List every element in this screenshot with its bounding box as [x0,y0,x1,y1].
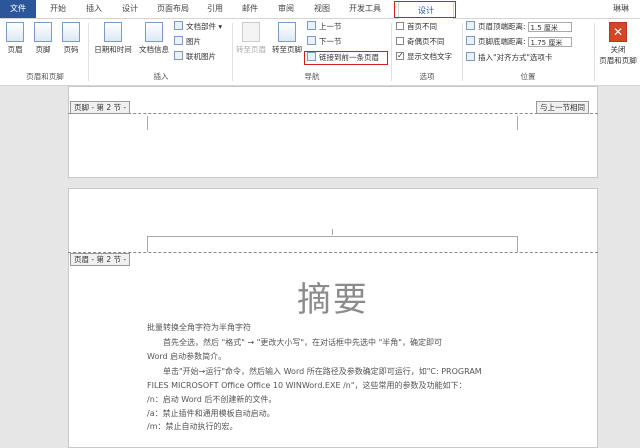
tab-view[interactable]: 视图 [306,0,338,18]
highlight-design-tab [394,1,456,18]
online-picture-button[interactable]: 联机图片 [174,51,216,63]
diff-first-page-checkbox[interactable]: 首页不同 [396,21,437,33]
checkbox-unchecked-icon [396,22,404,30]
footer-button[interactable]: 页脚 [32,22,54,55]
group-label-hf: 页眉和页脚 [26,72,64,81]
group-label-insert: 插入 [153,72,169,81]
goto-header-button[interactable]: 转至页眉 [234,22,268,55]
tab-design[interactable]: 设计 [114,0,146,18]
page-1 [68,86,598,178]
doc-title: 摘要 [297,280,369,320]
doc-line: 首先全选，然后 "格式" → "更改大小写"，在对话框中先选中 "半角"，确定即… [163,338,442,347]
tab-home[interactable]: 开始 [42,0,74,18]
arrow-down-icon [307,36,316,45]
footer-distance-row: 页脚底端距离: 1.75 厘米 [466,36,572,48]
online-picture-icon [174,51,183,60]
checkbox-checked-icon [396,50,404,62]
highlight-link-previous [304,51,388,65]
tab-mailings[interactable]: 邮件 [234,0,266,18]
header-button[interactable]: 页眉 [4,22,26,55]
arrow-up-icon [307,21,316,30]
user-name[interactable]: 琳琳 [604,0,638,18]
docparts-icon [174,21,183,30]
tab-references[interactable]: 引用 [200,0,230,18]
footer-section-tag: 页脚 - 第 2 节 - [70,101,131,114]
diff-odd-even-checkbox[interactable]: 奇偶页不同 [396,36,445,48]
prev-section-button[interactable]: 上一节 [307,21,342,33]
ribbon: 页眉 页脚 页码 页眉和页脚 日期和时间 文档信息 文档部件 ▾ 图片 联机图片… [0,19,640,86]
footer-icon [34,22,52,42]
close-hf-button[interactable]: ✕ 关闭 页眉和页脚 [596,22,640,66]
footer-distance-icon [466,36,475,45]
next-section-button[interactable]: 下一节 [307,36,342,48]
doc-line: /n：启动 Word 后不创建新的文件。 [147,395,277,404]
group-label-nav: 导航 [304,72,320,81]
insert-align-tab-button[interactable]: 插入"对齐方式"选项卡 [466,52,552,64]
document-info-icon [145,22,163,42]
picture-button[interactable]: 图片 [174,36,201,48]
header-icon [6,22,24,42]
doc-line: /a：禁止插件和通用模板自动启动。 [147,409,275,418]
doc-line: 单击"开始→运行"命令，然后输入 Word 所在路径及参数确定即可运行，如"C:… [163,367,482,376]
page-number-icon [62,22,80,42]
group-label-options: 选项 [419,72,435,81]
footer-distance-input[interactable]: 1.75 厘米 [527,37,572,47]
calendar-icon [104,22,122,42]
goto-footer-button[interactable]: 转至页脚 [270,22,304,55]
tab-page-layout[interactable]: 页面布局 [150,0,196,18]
doc-line: Word 启动参数简介。 [147,352,227,361]
tab-review[interactable]: 审阅 [270,0,302,18]
checkbox-unchecked-icon [396,37,404,45]
align-tab-icon [466,52,475,61]
goto-footer-icon [278,22,296,42]
header-distance-row: 页眉顶端距离: 1.5 厘米 [466,21,572,33]
header-distance-input[interactable]: 1.5 厘米 [527,22,572,32]
tab-file[interactable]: 文件 [0,0,36,18]
docinfo-button[interactable]: 文档信息 [136,22,172,55]
doc-line: 批量转换全角字符为半角字符 [147,323,251,332]
group-label-position: 位置 [520,72,536,81]
goto-header-icon [242,22,260,42]
page-number-button[interactable]: 页码 [60,22,82,55]
picture-icon [174,36,183,45]
show-doc-text-checkbox[interactable]: 显示文档文字 [396,50,452,63]
header-section-tag: 页眉 - 第 2 节 - [70,253,131,266]
datetime-button[interactable]: 日期和时间 [92,22,134,55]
ribbon-tab-bar: 文件 开始 插入 设计 页面布局 引用 邮件 审阅 视图 开发工具 设计 琳琳 [0,0,640,20]
docparts-button[interactable]: 文档部件 ▾ [174,21,222,33]
tab-developer[interactable]: 开发工具 [342,0,388,18]
header-distance-icon [466,21,475,30]
close-icon: ✕ [609,22,627,42]
doc-line: FILES MICROSOFT Office Office 10 WINWord… [147,381,467,390]
tab-insert[interactable]: 插入 [78,0,110,18]
same-as-previous-tag: 与上一节相同 [536,101,589,114]
doc-line: /m：禁止自动执行的宏。 [147,422,238,431]
